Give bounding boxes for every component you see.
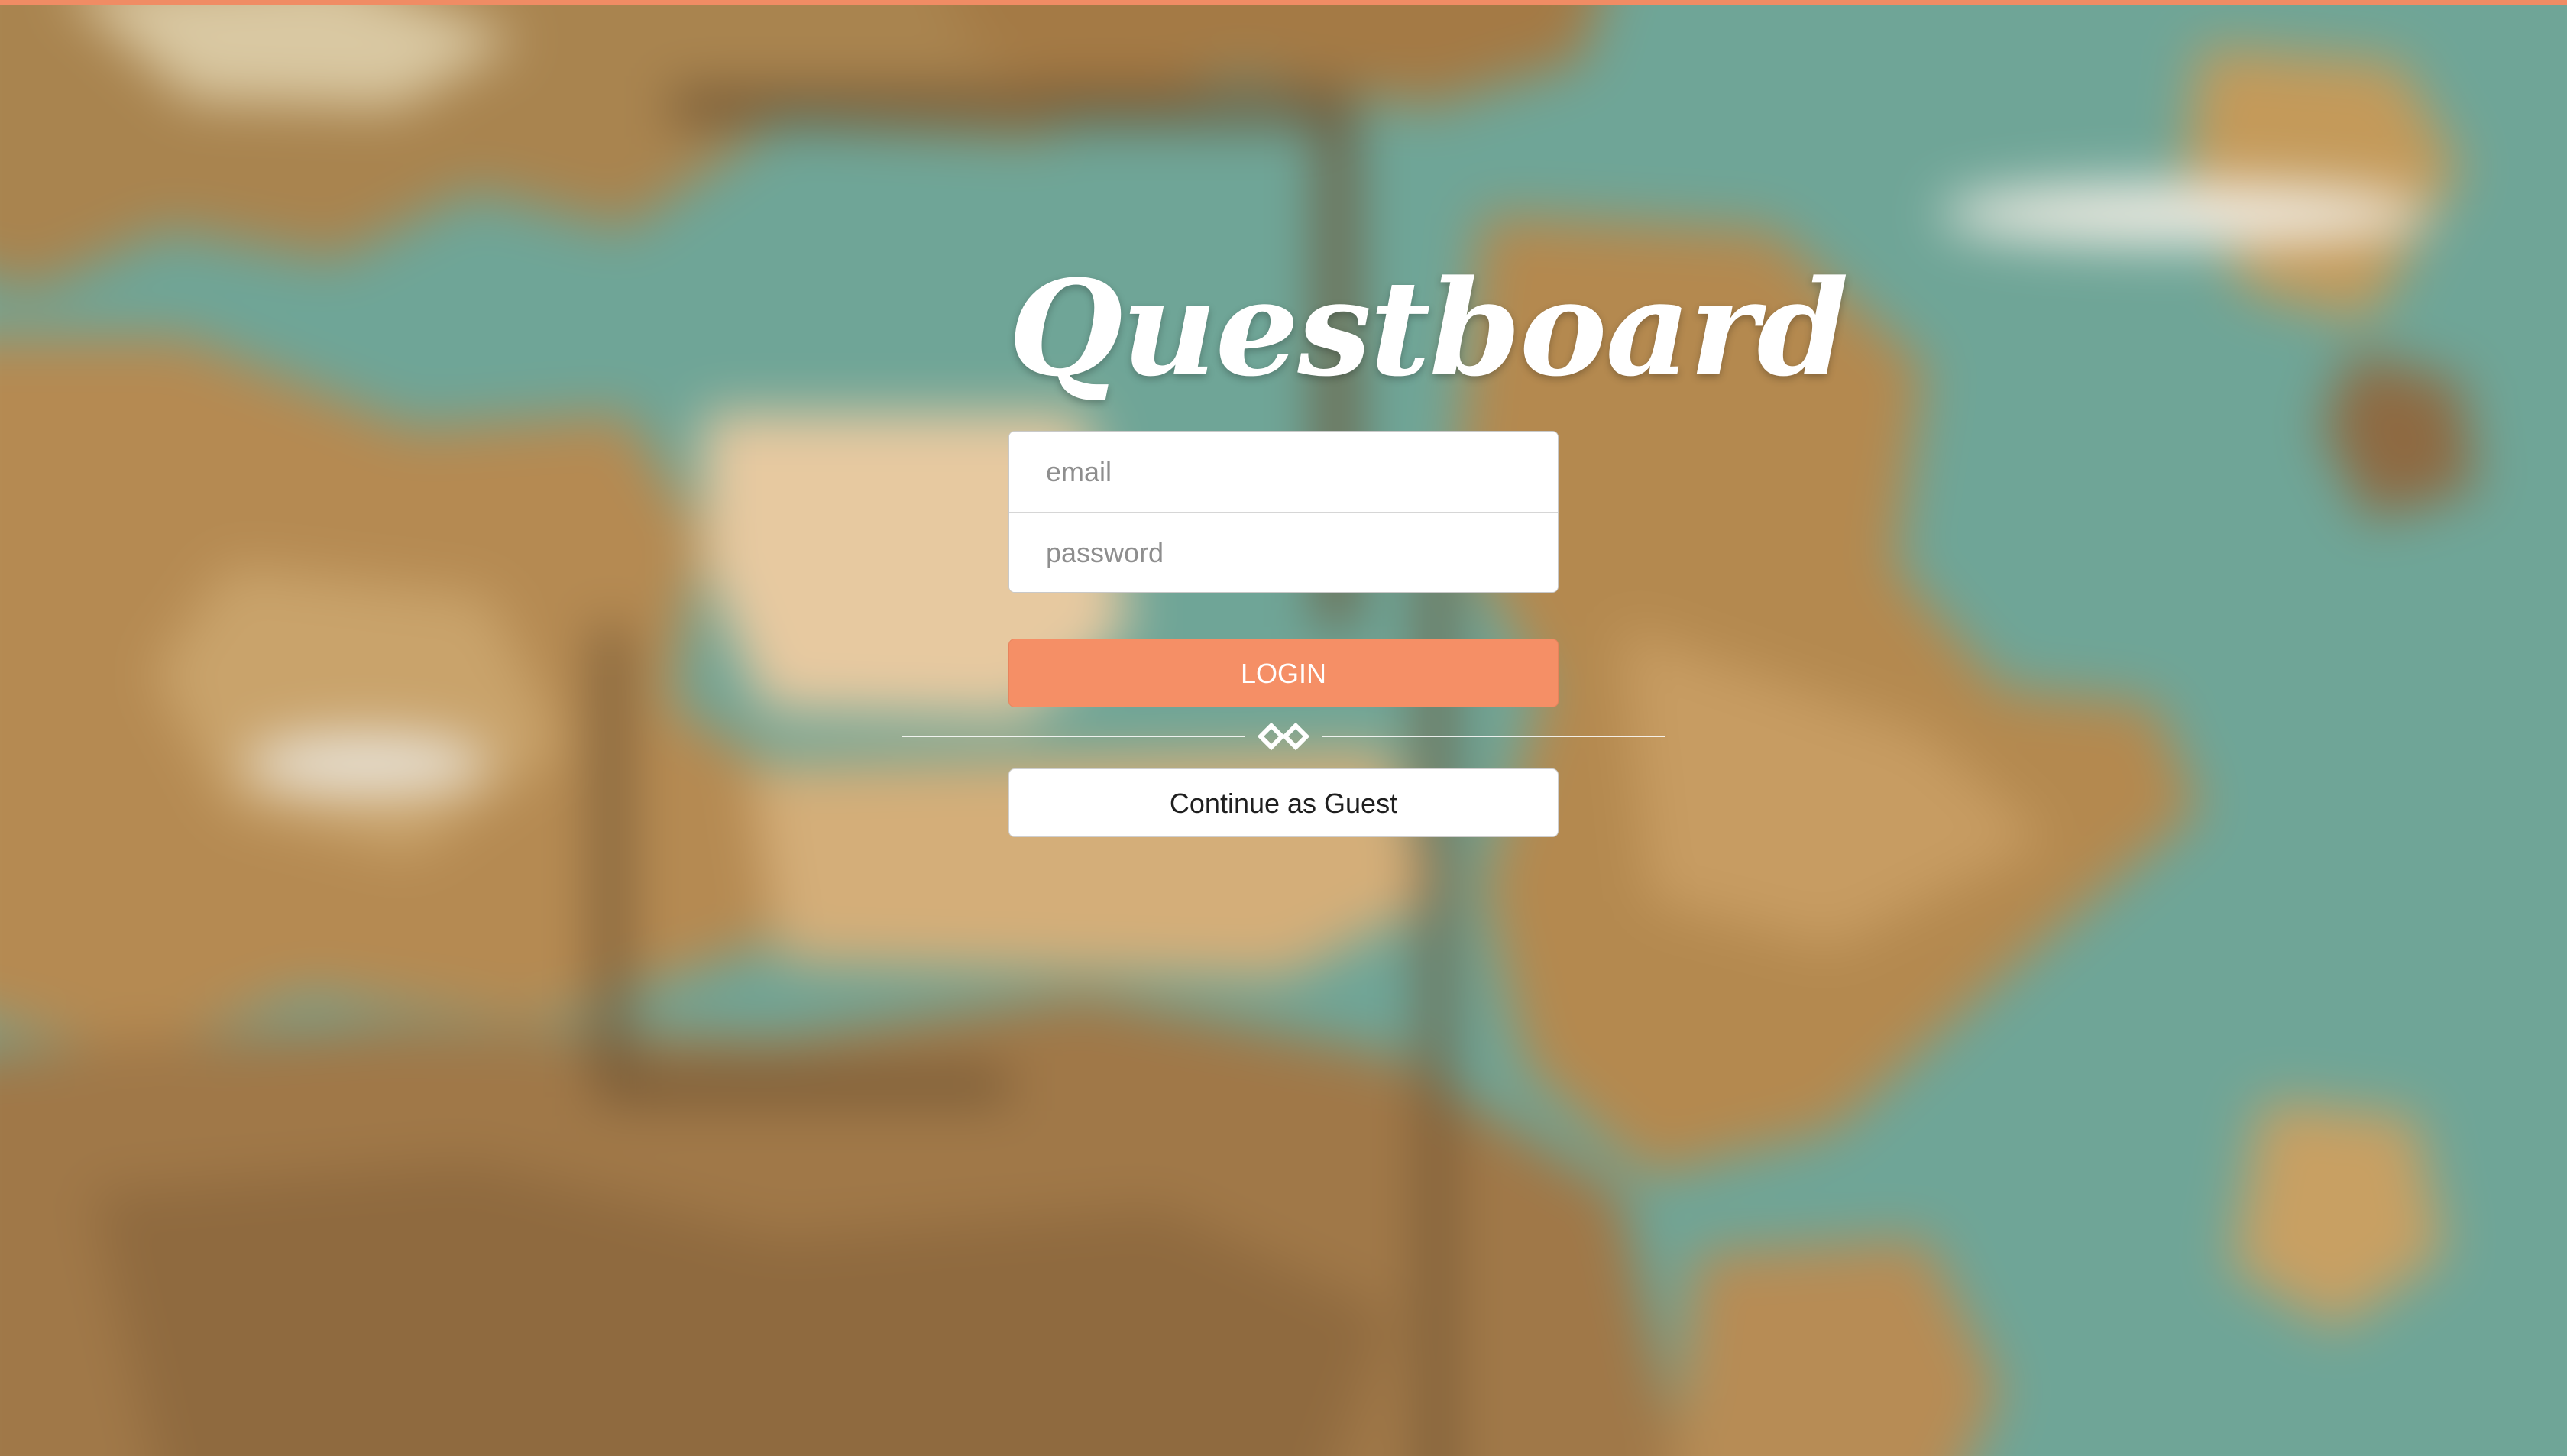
login-panel: Questboard LOGIN Continue as Guest — [902, 244, 1849, 837]
or-divider — [902, 713, 1665, 759]
divider-line-left — [902, 736, 1245, 737]
password-input[interactable] — [1009, 512, 1558, 592]
divider-line-right — [1322, 736, 1665, 737]
app-logo-title: Questboard — [1008, 251, 1849, 406]
login-button[interactable]: LOGIN — [1008, 639, 1559, 707]
email-input[interactable] — [1009, 432, 1558, 512]
top-accent-bar — [0, 0, 2567, 5]
continue-as-guest-button[interactable]: Continue as Guest — [1008, 768, 1559, 837]
diamond-link-icon — [1258, 722, 1309, 751]
credentials-group — [1008, 431, 1559, 593]
